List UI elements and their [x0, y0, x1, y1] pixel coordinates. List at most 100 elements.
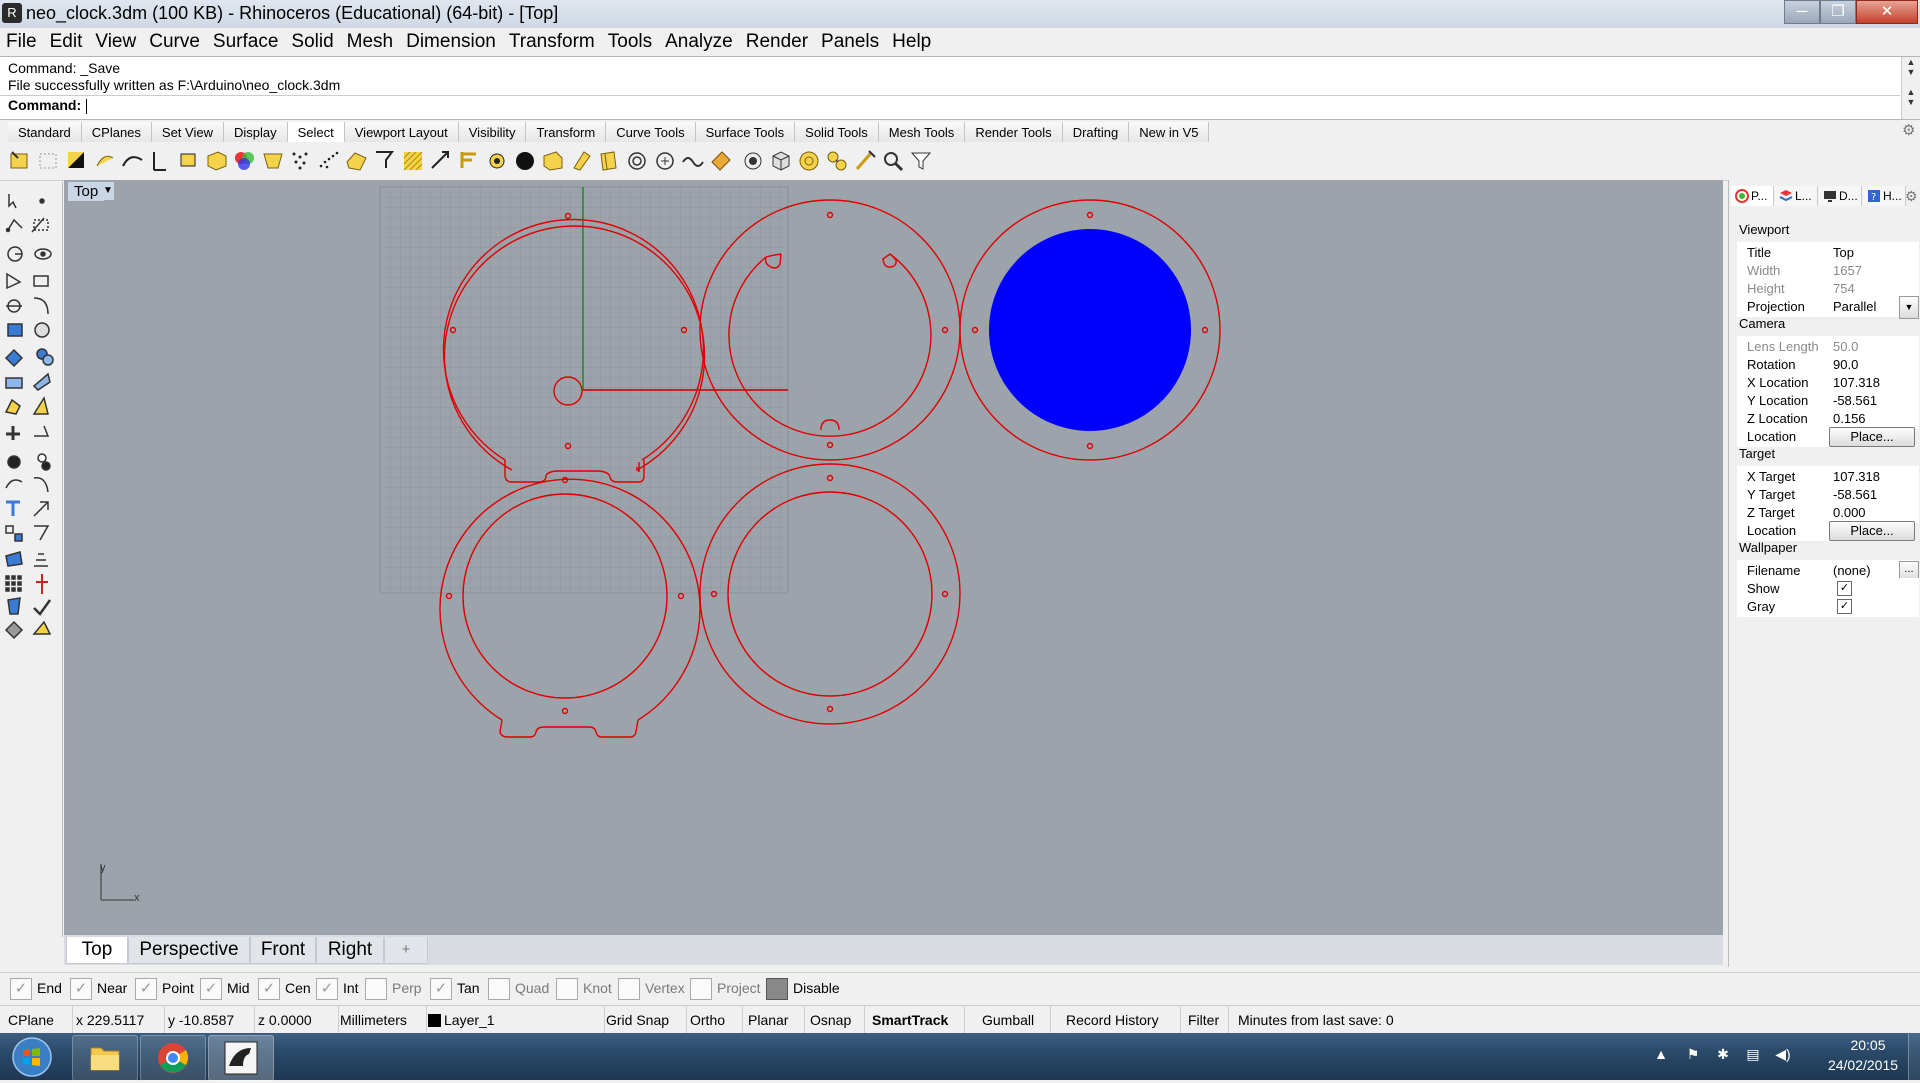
volume-icon[interactable]: ◀): [1774, 1045, 1792, 1063]
tab-set-view[interactable]: Set View: [151, 122, 224, 142]
flag-icon[interactable]: ⚑: [1684, 1045, 1702, 1063]
tab-display[interactable]: Display: [223, 122, 288, 142]
viewport-title[interactable]: Top: [68, 182, 105, 201]
tab-viewport-layout[interactable]: Viewport Layout: [344, 122, 459, 142]
tab-top[interactable]: Top: [66, 937, 128, 964]
select-extrusions-icon[interactable]: [596, 148, 622, 174]
panel-tab-display[interactable]: D...: [1819, 186, 1862, 206]
tab-surface-tools[interactable]: Surface Tools: [695, 122, 796, 142]
tab-drafting[interactable]: Drafting: [1062, 122, 1130, 142]
smarttrack-toggle[interactable]: SmartTrack: [866, 1006, 965, 1034]
osnap-mid-checkbox[interactable]: ✓: [200, 978, 222, 1000]
filter-toggle[interactable]: Filter: [1182, 1006, 1229, 1034]
select-small-objects-icon[interactable]: [708, 148, 734, 174]
osnap-int-checkbox[interactable]: ✓: [316, 978, 338, 1000]
select-closed-curves-icon[interactable]: [652, 148, 678, 174]
tab-select[interactable]: Select: [287, 122, 345, 142]
select-points-icon[interactable]: [288, 148, 314, 174]
camera-place-button[interactable]: Place...: [1829, 427, 1915, 447]
ortho-toggle[interactable]: Ortho: [684, 1006, 743, 1034]
units-indicator[interactable]: Millimeters: [334, 1006, 427, 1034]
add-viewport-tab[interactable]: +: [384, 937, 428, 964]
select-meshes-icon[interactable]: [344, 148, 370, 174]
taskbar-explorer[interactable]: [72, 1035, 138, 1081]
osnap-cen-checkbox[interactable]: ✓: [258, 978, 280, 1000]
show-desktop-button[interactable]: [1908, 1033, 1920, 1080]
minimize-button[interactable]: ─: [1784, 0, 1820, 24]
target-place-button[interactable]: Place...: [1829, 521, 1915, 541]
menu-curve[interactable]: Curve: [143, 28, 206, 53]
menu-solid[interactable]: Solid: [285, 28, 339, 53]
osnap-end-checkbox[interactable]: ✓: [10, 978, 32, 1000]
tab-standard[interactable]: Standard: [8, 122, 82, 142]
tab-right[interactable]: Right: [316, 937, 384, 964]
osnap-point-checkbox[interactable]: ✓: [135, 978, 157, 1000]
filter-icon[interactable]: [908, 148, 934, 174]
tab-new-in-v5[interactable]: New in V5: [1129, 122, 1210, 142]
osnap-near-checkbox[interactable]: ✓: [70, 978, 92, 1000]
osnap-project-checkbox[interactable]: [690, 978, 712, 1000]
tray-expand-icon[interactable]: ▲: [1652, 1045, 1670, 1063]
invert-selection-icon[interactable]: [64, 148, 90, 174]
osnap-knot-checkbox[interactable]: [556, 978, 578, 1000]
panel-tab-layers[interactable]: L...: [1775, 186, 1818, 206]
menu-view[interactable]: View: [89, 28, 142, 53]
gray-checkbox[interactable]: ✓: [1837, 599, 1852, 614]
tab-cplanes[interactable]: CPlanes: [81, 122, 152, 142]
menu-file[interactable]: File: [0, 28, 43, 53]
layer-indicator[interactable]: Layer_1: [422, 1006, 605, 1034]
show-checkbox[interactable]: ✓: [1837, 581, 1852, 596]
menu-panels[interactable]: Panels: [815, 28, 885, 53]
tab-mesh-tools[interactable]: Mesh Tools: [878, 122, 966, 142]
chevron-down-icon[interactable]: ▼: [1899, 296, 1919, 319]
rhino-app-icon[interactable]: R: [2, 3, 22, 23]
menu-help[interactable]: Help: [886, 28, 937, 53]
close-button[interactable]: ✕: [1856, 0, 1918, 24]
record-history-toggle[interactable]: Record History: [1060, 1006, 1181, 1034]
tab-perspective[interactable]: Perspective: [128, 937, 250, 964]
command-input[interactable]: [86, 98, 1896, 116]
select-curves-icon[interactable]: [120, 148, 146, 174]
select-by-layer-icon[interactable]: [740, 148, 766, 174]
select-surfaces-icon[interactable]: [204, 148, 230, 174]
select-duplicates-icon[interactable]: [680, 148, 706, 174]
select-closed-polysurfaces-icon[interactable]: [568, 148, 594, 174]
select-annotations-icon[interactable]: [456, 148, 482, 174]
command-scrollbar[interactable]: ▲ ▼ ▲ ▼: [1901, 57, 1920, 119]
taskbar-rhino[interactable]: [208, 1035, 274, 1081]
panel-tab-help[interactable]: ? H...: [1863, 186, 1906, 206]
select-dims-icon[interactable]: [428, 148, 454, 174]
osnap-perp-checkbox[interactable]: [365, 978, 387, 1000]
select-by-name-icon[interactable]: [768, 148, 794, 174]
select-blocks-icon[interactable]: [512, 148, 538, 174]
tab-front[interactable]: Front: [250, 937, 316, 964]
gear-icon[interactable]: ⚙: [1905, 188, 1918, 205]
select-lines-icon[interactable]: [148, 148, 174, 174]
select-materials-icon[interactable]: [824, 148, 850, 174]
network-icon[interactable]: ▤: [1744, 1045, 1762, 1063]
tab-render-tools[interactable]: Render Tools: [965, 122, 1063, 142]
tab-curve-tools[interactable]: Curve Tools: [606, 122, 696, 142]
menu-surface[interactable]: Surface: [207, 28, 284, 53]
tab-visibility[interactable]: Visibility: [458, 122, 527, 142]
cplane-indicator[interactable]: CPlane: [2, 1006, 73, 1034]
osnap-quad-checkbox[interactable]: [488, 978, 510, 1000]
menu-analyze[interactable]: Analyze: [659, 28, 739, 53]
select-filter-icon[interactable]: [372, 148, 398, 174]
tab-solid-tools[interactable]: Solid Tools: [795, 122, 879, 142]
bluetooth-icon[interactable]: ✱: [1714, 1045, 1732, 1063]
panel-tab-properties[interactable]: P...: [1731, 186, 1774, 206]
select-last-icon[interactable]: [92, 148, 118, 174]
viewport-top[interactable]: Top ▼ y x: [64, 180, 1723, 935]
select-polysurfaces-icon[interactable]: [260, 148, 286, 174]
clock-date[interactable]: 24/02/2015: [1808, 1057, 1918, 1073]
gumball-toggle[interactable]: Gumball: [976, 1006, 1051, 1034]
viewport-canvas[interactable]: [64, 180, 1723, 935]
maximize-button[interactable]: ❐: [1820, 0, 1856, 24]
select-lights-icon[interactable]: [484, 148, 510, 174]
menu-edit[interactable]: Edit: [44, 28, 89, 53]
select-chain-icon[interactable]: [880, 148, 906, 174]
tab-transform[interactable]: Transform: [526, 122, 607, 142]
select-polylines-icon[interactable]: [176, 148, 202, 174]
osnap-toggle[interactable]: Osnap: [804, 1006, 865, 1034]
